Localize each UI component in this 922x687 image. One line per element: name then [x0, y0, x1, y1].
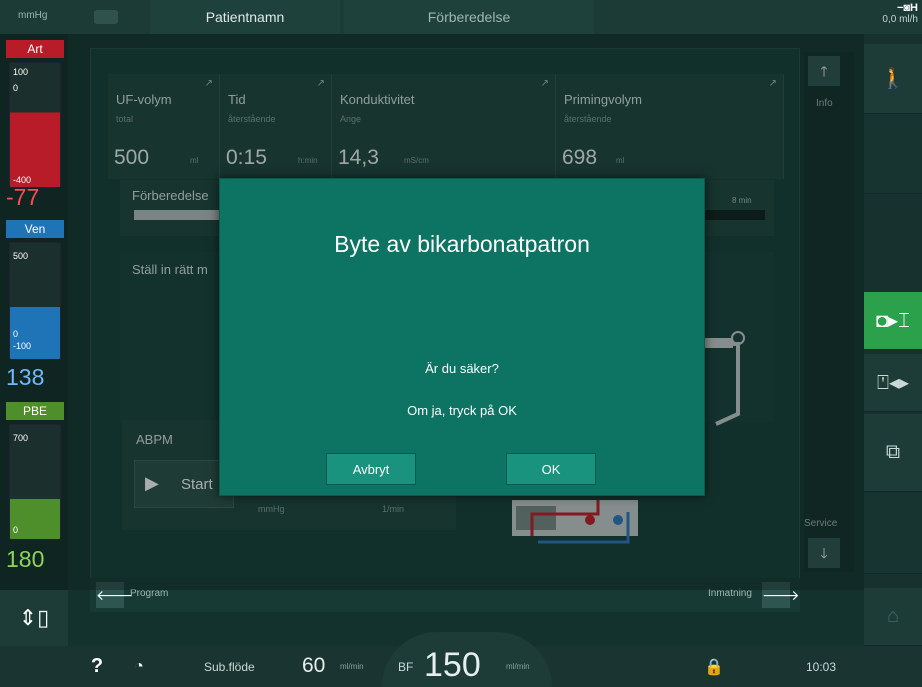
- pbe-pressure-value: 180: [6, 546, 45, 572]
- help-button[interactable]: ?: [82, 646, 112, 687]
- pressure-column: Art 100 0 -400 -77 Ven 500 0 -100 138 PB…: [0, 34, 68, 590]
- home-icon: ⌂: [886, 605, 900, 627]
- art-scale-zero: 0: [13, 83, 19, 93]
- top-bar: mmHg Patientnamn Förberedelse −◙H 0,0 ml…: [0, 0, 922, 34]
- clock-time: 10:03: [806, 660, 837, 674]
- cancel-button[interactable]: Avbryt: [326, 453, 416, 485]
- help-icon: ?: [90, 655, 104, 677]
- bottom-bar: ? ◔ Sub.flöde 60 ml/min BF 150 ml/min 🔒 …: [0, 632, 922, 687]
- pbe-pressure-scale[interactable]: 700 0: [9, 424, 61, 540]
- subflow-unit: ml/min: [340, 662, 364, 671]
- uf-rate-value: 0,0: [882, 14, 897, 25]
- subflow-value[interactable]: 60: [302, 654, 325, 678]
- confirm-dialog: Byte av bikarbonatpatron Är du säker? Om…: [219, 178, 705, 496]
- syringe-icon: −◙H: [896, 2, 918, 14]
- dialog-title: Byte av bikarbonatpatron: [334, 231, 590, 257]
- lock-icon: 🔒: [704, 658, 724, 676]
- uf-rate-display: −◙H 0,0 ml/h: [866, 2, 922, 32]
- patient-connect-button[interactable]: 🚶: [864, 44, 922, 114]
- preparation-mode-button[interactable]: ◘▸⌶: [864, 292, 922, 350]
- empty-slot: [864, 114, 922, 194]
- bf-value: 150: [424, 646, 481, 684]
- dialog-question: Är du säker?: [425, 361, 499, 376]
- art-pressure-scale[interactable]: 100 0 -400: [9, 62, 61, 188]
- ven-label: Ven: [6, 220, 64, 238]
- art-scale-top: 100: [13, 67, 29, 77]
- lock-button[interactable]: 🔒: [694, 646, 734, 687]
- home-button[interactable]: ⌂: [864, 588, 922, 646]
- pbe-scale-zero: 0: [13, 525, 19, 535]
- bf-label: BF: [398, 660, 414, 674]
- dialog-hint: Om ja, tryck på OK: [407, 403, 517, 418]
- ven-scale-bottom: -100: [13, 341, 32, 351]
- ven-pressure-value: 138: [6, 364, 45, 390]
- ven-scale-zero: 0: [13, 329, 19, 339]
- arrows-updown-icon: ⇕▯: [18, 605, 50, 630]
- cartridge-connect-icon: ◘▸⌶: [875, 310, 911, 332]
- subflow-label: Sub.flöde: [204, 660, 255, 674]
- bicarbonate-button[interactable]: ⍞◂▸: [864, 354, 922, 412]
- bicarbonate-icon: ⍞◂▸: [876, 372, 910, 394]
- patient-walk-icon: 🚶: [880, 68, 906, 90]
- ok-button[interactable]: OK: [506, 453, 596, 485]
- tubing-icon: ⧉: [885, 441, 901, 463]
- bf-unit: ml/min: [506, 662, 530, 671]
- pressure-unit: mmHg: [18, 10, 48, 21]
- pbe-scale-top: 700: [13, 433, 29, 443]
- art-pressure-value: -77: [6, 184, 40, 210]
- patient-name-tab[interactable]: Patientnamn: [150, 0, 340, 34]
- tubing-button[interactable]: ⧉: [864, 414, 922, 492]
- art-label: Art: [6, 40, 64, 58]
- ven-scale-top: 500: [13, 251, 29, 261]
- dialysis-screen: mmHg Patientnamn Förberedelse −◙H 0,0 ml…: [0, 0, 922, 687]
- pbe-label: PBE: [6, 402, 64, 420]
- empty-slot: [864, 494, 922, 574]
- phase-tab[interactable]: Förberedelse: [344, 0, 594, 34]
- menu-icon[interactable]: [94, 10, 118, 24]
- scale-adjust-button[interactable]: ⇕▯: [0, 590, 68, 646]
- right-column: 🚶 ◘▸⌶ ⍞◂▸ ⧉ ⌂: [864, 34, 922, 646]
- timer-icon: ◔: [134, 657, 144, 675]
- timer-button[interactable]: ◔: [124, 646, 154, 687]
- uf-rate-unit: ml/h: [899, 14, 918, 25]
- ven-pressure-scale[interactable]: 500 0 -100: [9, 242, 61, 360]
